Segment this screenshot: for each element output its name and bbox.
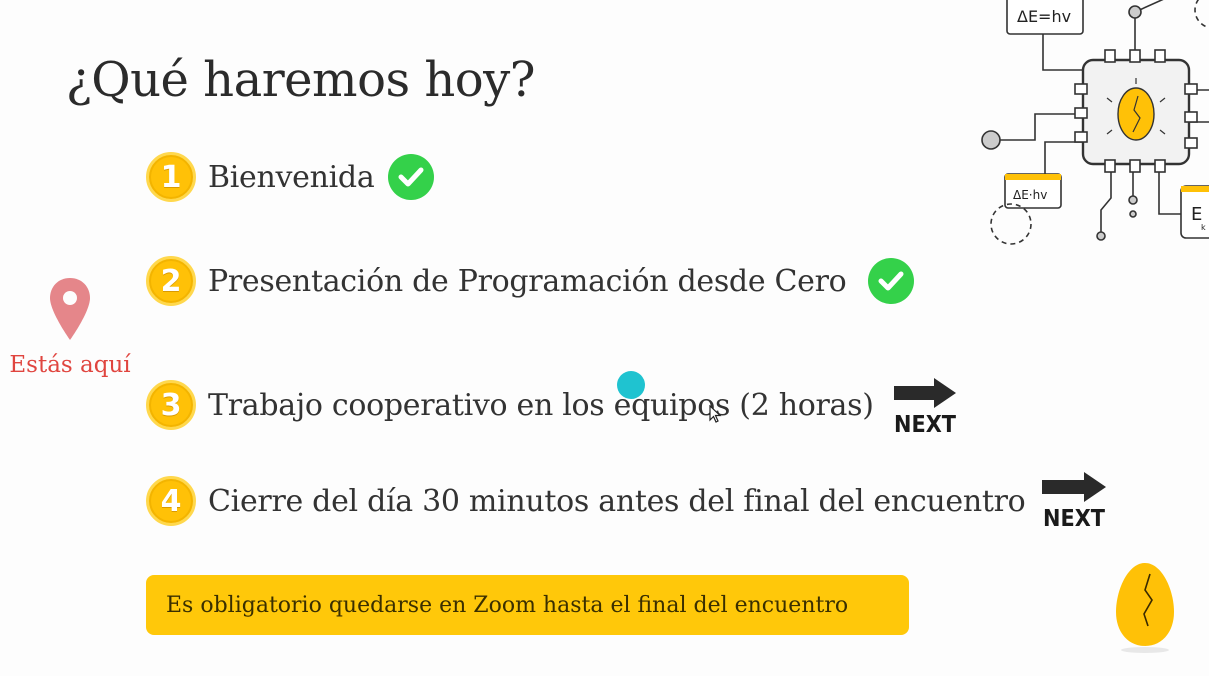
number-badge-3: 3: [146, 380, 196, 430]
agenda-label-1: Bienvenida: [208, 159, 375, 195]
agenda-item-4: 4 Cierre del día 30 minutos antes del fi…: [146, 476, 1026, 526]
presenter-cursor-dot: [617, 371, 645, 399]
formula-top: ΔE=hv: [1017, 7, 1071, 26]
egg-icon: [1116, 563, 1174, 653]
agenda-label-2: Presentación de Programación desde Cero: [208, 263, 847, 299]
formula-left: ΔE·hv: [1013, 188, 1047, 202]
formula-right-sub: k: [1201, 223, 1206, 232]
next-label: NEXT: [1043, 506, 1105, 528]
next-arrow-icon: NEXT: [1042, 472, 1106, 528]
you-are-here-marker: Estás aquí: [4, 276, 136, 378]
you-are-here-label: Estás aquí: [9, 352, 131, 378]
next-arrow-icon: NEXT: [893, 378, 956, 434]
formula-right: E: [1191, 204, 1202, 225]
agenda-label-3: Trabajo cooperativo en los equipos (2 ho…: [208, 387, 874, 423]
check-circle-icon: [868, 258, 915, 304]
slide: ¿Qué haremos hoy? 1 Bienvenida 2 Present…: [0, 0, 1209, 676]
number-badge-1: 1: [146, 152, 196, 202]
circuit-illustration: ΔE=hv ΔE·hv E k: [981, 0, 1209, 245]
notice-banner: Es obligatorio quedarse en Zoom hasta el…: [146, 575, 909, 635]
map-pin-icon: [50, 278, 90, 340]
agenda-label-4: Cierre del día 30 minutos antes del fina…: [208, 483, 1026, 519]
slide-title: ¿Qué haremos hoy?: [66, 52, 536, 108]
next-label: NEXT: [894, 412, 956, 434]
number-badge-2: 2: [146, 256, 196, 306]
number-badge-4: 4: [146, 476, 196, 526]
agenda-item-2: 2 Presentación de Programación desde Cer…: [146, 256, 915, 306]
agenda-item-3: 3 Trabajo cooperativo en los equipos (2 …: [146, 376, 958, 434]
agenda-item-1: 1 Bienvenida: [146, 152, 435, 202]
check-circle-icon: [388, 154, 435, 200]
mouse-pointer-icon: [709, 405, 722, 423]
